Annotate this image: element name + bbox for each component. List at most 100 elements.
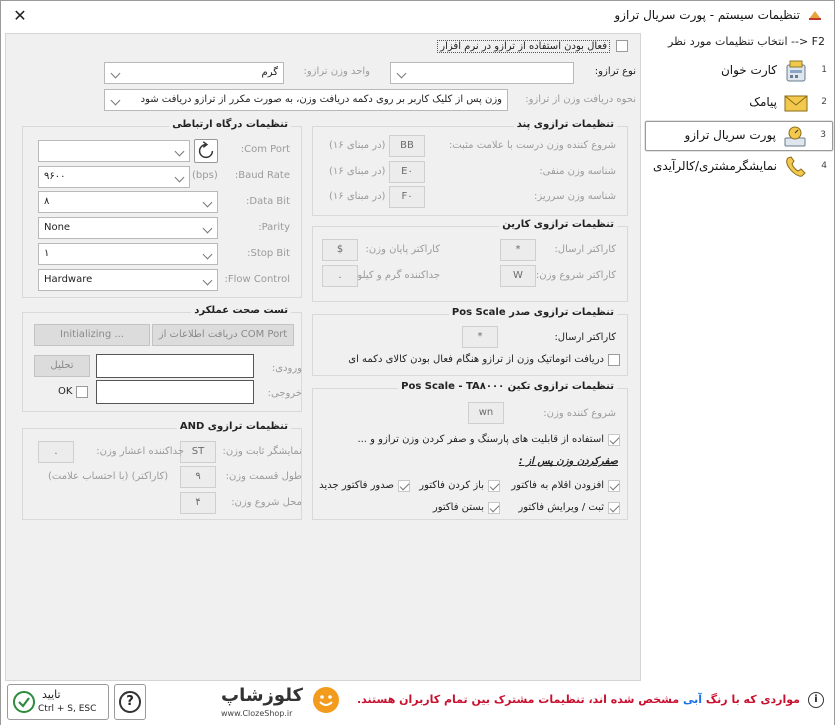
chevron-down-icon xyxy=(396,68,407,79)
takin-c5-label: بستن فاکتور xyxy=(432,502,484,513)
takin-c3-label: صدور فاکتور جدید xyxy=(319,480,394,491)
close-icon[interactable]: ✕ xyxy=(9,5,31,27)
sadr-auto-checkbox[interactable] xyxy=(608,354,620,366)
test-output-label: خروجی: xyxy=(267,388,302,399)
karin-start-label: کاراکتر شروع وزن: xyxy=(535,270,616,281)
pand-overflow-label: شناسه وزن سرریز: xyxy=(534,191,616,202)
com-port-select[interactable] xyxy=(38,140,190,162)
chevron-down-icon xyxy=(202,223,213,234)
analyze-button[interactable]: تحلیل xyxy=(34,355,90,377)
sidebar-item-number: 1 xyxy=(821,65,827,75)
title-bar: تنظیمات سیستم - پورت سریال ترازو ✕ xyxy=(1,1,834,31)
ok-label: OK xyxy=(58,386,73,397)
pand-negative-field[interactable]: E۰ xyxy=(389,161,425,183)
connection-settings-title: تنظیمات درگاه ارتباطی xyxy=(169,119,291,130)
karin-send-label: کاراکتر ارسال: xyxy=(554,244,616,255)
flow-control-select[interactable]: Hardware xyxy=(38,269,218,291)
note-text-post: مشخص شده اند، تنظیمات مشترک بین تمام کار… xyxy=(356,693,680,706)
and-len-label: طول قسمت وزن: xyxy=(225,471,302,482)
enable-scale-checkbox[interactable] xyxy=(616,40,628,52)
sidebar-item-scale-port[interactable]: 3 پورت سریال ترازو xyxy=(645,121,833,151)
receive-mode-select[interactable]: وزن پس از کلیک کاربر بر روی دکمه دریافت … xyxy=(104,89,508,111)
test-input-field[interactable] xyxy=(96,354,254,378)
receive-mode-label: نحوه دریافت وزن از ترازو: xyxy=(525,94,636,105)
help-button[interactable]: ? xyxy=(114,684,146,720)
takin-c4-label: ثبت / ویرایش فاکتور xyxy=(518,502,604,513)
baud-rate-label: Baud Rate: xyxy=(234,170,290,181)
pand-positive-label: شروع کننده وزن درست با علامت مثبت: xyxy=(448,140,616,151)
note-text-blue: آبی xyxy=(683,693,703,706)
initializing-button[interactable]: Initializing ... xyxy=(34,324,150,346)
pand-settings-title: تنظیمات ترازوی پند xyxy=(513,119,617,130)
settings-window: تنظیمات سیستم - پورت سریال ترازو ✕ فعال … xyxy=(0,0,835,725)
karin-end-field[interactable]: $ xyxy=(322,239,358,261)
takin-c1-label: افزودن اقلام به فاکتور xyxy=(511,480,604,491)
karin-end-label: کاراکتر پایان وزن: xyxy=(365,244,440,255)
confirm-button[interactable]: تایید Ctrl + S, ESC xyxy=(7,684,109,720)
karin-settings-title: تنظیمات ترازوی کارین xyxy=(499,219,617,230)
takin-start-field[interactable]: wn xyxy=(468,402,504,424)
pand-overflow-unit: (در مبنای ۱۶) xyxy=(329,191,386,202)
takin-use-checkbox[interactable] xyxy=(608,434,620,446)
com-port-label: Com Port: xyxy=(240,144,290,155)
and-dec-field[interactable]: . xyxy=(38,441,74,463)
takin-c2-checkbox[interactable] xyxy=(488,480,500,492)
logo-url: www.ClozeShop.ir xyxy=(221,709,293,718)
karin-send-field[interactable]: * xyxy=(500,239,536,261)
sadr-send-field[interactable]: * xyxy=(462,326,498,348)
test-output-field[interactable] xyxy=(96,380,254,404)
and-pos-label: محل شروع وزن: xyxy=(231,497,302,508)
takin-c5-checkbox[interactable] xyxy=(488,502,500,514)
receive-com-data-button[interactable]: دریافت اطلاعات از COM Port xyxy=(152,324,294,346)
pand-positive-field[interactable]: BB xyxy=(389,135,425,157)
sidebar-item-label: کارت خوان xyxy=(720,63,777,77)
karin-start-field[interactable]: W xyxy=(500,265,536,287)
pand-positive-unit: (در مبنای ۱۶) xyxy=(329,140,386,151)
test-title: تست صحت عملکرد xyxy=(191,305,291,316)
bps-unit-label: (bps) xyxy=(192,170,218,181)
sidebar-item-customer-display[interactable]: 4 نمایشگرمشتری/کالرآیدی xyxy=(645,153,833,181)
baud-rate-select[interactable]: ۹۶۰۰ xyxy=(38,166,190,188)
phone-icon xyxy=(786,156,806,177)
ok-checkbox[interactable] xyxy=(76,386,88,398)
pand-overflow-field[interactable]: F۰ xyxy=(389,186,425,208)
check-circle-icon xyxy=(13,691,35,713)
pand-negative-label: شناسه وزن منفی: xyxy=(539,166,616,177)
data-bit-label: Data Bit: xyxy=(246,196,290,207)
takin-c3-checkbox[interactable] xyxy=(398,480,410,492)
stop-bit-label: Stop Bit: xyxy=(247,248,290,259)
sidebar-item-card-reader[interactable]: 1 کارت خوان xyxy=(645,57,833,85)
chevron-down-icon xyxy=(110,95,121,106)
stop-bit-select[interactable]: ۱ xyxy=(38,243,218,265)
envelope-icon xyxy=(784,95,808,112)
sidebar-item-number: 2 xyxy=(821,97,827,107)
takin-c1-checkbox[interactable] xyxy=(608,480,620,492)
takin-c4-checkbox[interactable] xyxy=(608,502,620,514)
card-reader-icon xyxy=(786,60,806,82)
confirm-label: تایید xyxy=(42,688,61,701)
and-pos-field[interactable]: ۴ xyxy=(180,492,216,514)
and-fixed-field[interactable]: ST xyxy=(180,441,216,463)
and-len-unit: (کاراکتر) (با احتساب علامت) xyxy=(48,471,169,482)
weight-unit-select[interactable]: گرم xyxy=(104,62,284,84)
scale-type-select[interactable] xyxy=(390,62,574,84)
and-fixed-label: نمایشگر ثابت وزن: xyxy=(222,446,302,457)
confirm-shortcut: Ctrl + S, ESC xyxy=(38,704,97,714)
flow-control-label: Flow Control: xyxy=(224,274,290,285)
data-bit-select[interactable]: ۸ xyxy=(38,191,218,213)
chevron-down-icon xyxy=(110,68,121,79)
refresh-ports-button[interactable] xyxy=(194,139,218,163)
refresh-icon xyxy=(198,141,214,159)
sidebar-item-label: پورت سریال ترازو xyxy=(684,128,776,142)
and-len-field[interactable]: ۹ xyxy=(180,466,216,488)
help-icon: ? xyxy=(119,691,141,713)
takin-use-label: استفاده از قابلیت های پارسنگ و صفر کردن … xyxy=(357,434,604,445)
sidebar-item-sms[interactable]: 2 پیامک xyxy=(645,89,833,117)
parity-select[interactable]: None xyxy=(38,217,218,239)
info-icon: i xyxy=(808,692,824,708)
chevron-down-icon xyxy=(202,275,213,286)
settings-sidebar: F2 <-- انتخاب تنظیمات مورد نظر 1 کارت خو… xyxy=(643,33,833,681)
sidebar-item-number: 3 xyxy=(820,130,826,140)
karin-sep-field[interactable]: . xyxy=(322,265,358,287)
clozeshop-logo: کلوزشاپ www.ClozeShop.ir xyxy=(221,685,343,721)
